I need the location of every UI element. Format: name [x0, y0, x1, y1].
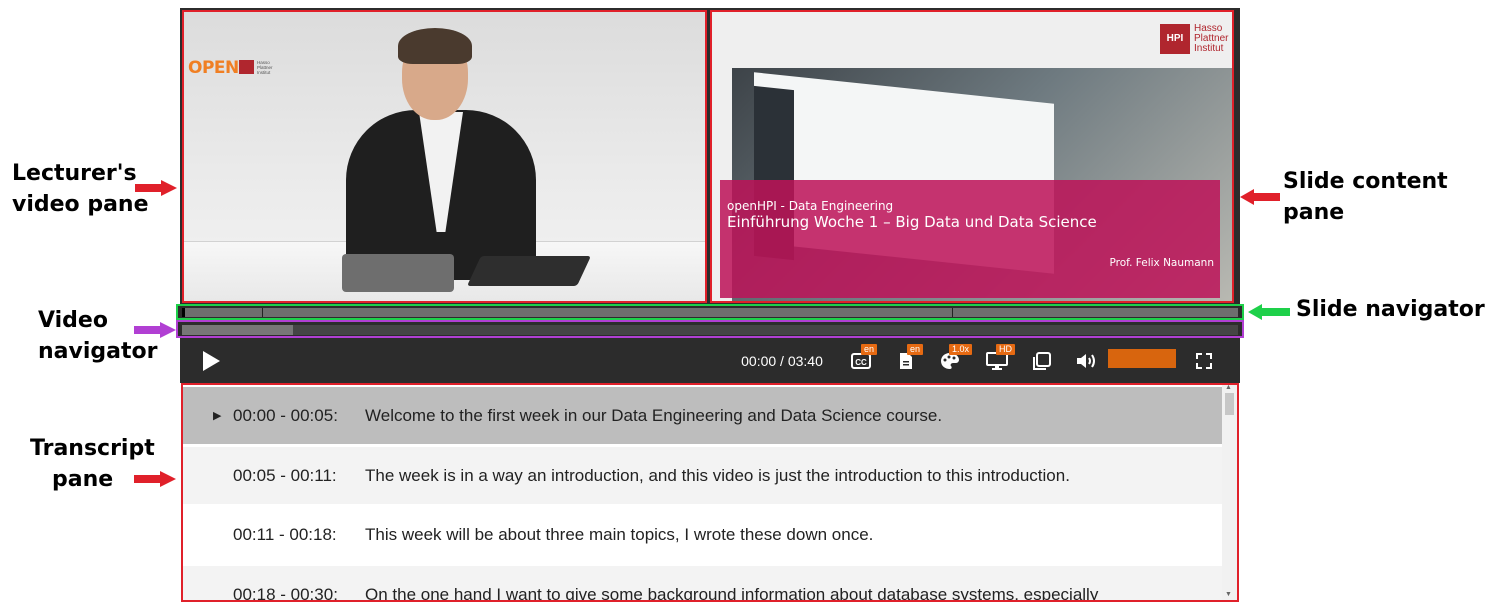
laptop — [342, 254, 454, 292]
tablet — [467, 256, 591, 286]
video-buffered-bar — [182, 325, 293, 335]
lecturer-pane-arrow-icon — [135, 180, 177, 196]
transcript-row[interactable]: ▶ 00:00 - 00:05: Welcome to the first we… — [183, 387, 1223, 444]
lecturer-video-pane[interactable]: OPEN Hasso Plattner Institut — [182, 10, 707, 303]
annotation-line: pane — [1283, 200, 1345, 225]
speed-button[interactable]: 1.0x — [936, 340, 973, 382]
transcript-text: This week will be about three main topic… — [365, 524, 874, 544]
speed-badge: 1.0x — [949, 344, 973, 355]
slide-navigator[interactable] — [176, 304, 1244, 320]
video-navigator-arrow-icon — [134, 322, 176, 338]
captions-button[interactable]: CC en — [848, 340, 878, 382]
transcript-row[interactable]: 00:05 - 00:11: The week is in a way an i… — [183, 447, 1223, 504]
fullscreen-icon — [1196, 353, 1212, 369]
fullscreen-button[interactable] — [1192, 340, 1216, 382]
hpi-logo-icon — [239, 60, 254, 74]
slide-content-pane-annotation: Slide content pane — [1283, 166, 1448, 228]
transcript-scrollbar[interactable]: ▲ ▼ — [1222, 385, 1237, 600]
institute-line: Institut — [1194, 43, 1224, 54]
transcript-timestamp: 00:00 - 00:05: — [233, 405, 338, 425]
video-navigator[interactable] — [176, 320, 1244, 338]
slide-title: Einführung Woche 1 – Big Data und Data S… — [727, 213, 1097, 231]
transcript-pane[interactable]: ▶ 00:00 - 00:05: Welcome to the first we… — [181, 383, 1239, 602]
slide-content-pane[interactable]: HPI Hasso Plattner Institut openHPI - Da… — [710, 10, 1234, 303]
transcript-pane-arrow-icon — [134, 471, 176, 487]
transcript-row[interactable]: 00:11 - 00:18: This week will be about t… — [183, 506, 1223, 563]
transcript-button[interactable]: en — [894, 340, 924, 382]
transcript-timestamp: 00:11 - 00:18: — [233, 524, 337, 544]
scroll-up-icon[interactable]: ▲ — [1225, 385, 1232, 391]
openhpi-logo: OPEN — [188, 58, 239, 78]
transcript-text: The week is in a way an introduction, an… — [365, 465, 1070, 485]
transcript-timestamp: 00:05 - 00:11: — [233, 465, 337, 485]
video-progress-track[interactable] — [182, 325, 1238, 335]
current-row-caret-icon: ▶ — [213, 410, 222, 422]
hpi-logo-small-text: Hasso Plattner Institut — [257, 60, 273, 75]
svg-text:CC: CC — [855, 358, 867, 367]
transcript-row[interactable]: 00:18 - 00:30: On the one hand I want to… — [183, 566, 1223, 602]
slide-navigator-arrow-icon — [1248, 304, 1290, 320]
slide-navigator-cursor[interactable] — [182, 308, 185, 317]
captions-language-badge: en — [861, 344, 878, 355]
hpi-institute-text: Hasso Plattner Institut — [1194, 24, 1228, 54]
slide-content-pane-arrow-icon — [1240, 189, 1280, 205]
pip-icon — [1033, 352, 1051, 370]
annotation-line: Transcript — [30, 436, 155, 461]
quality-button[interactable]: HD — [983, 340, 1015, 382]
slide-navigator-track[interactable] — [182, 308, 1238, 317]
slide-subtitle: openHPI - Data Engineering — [727, 199, 894, 213]
slide-boundary-marker[interactable] — [262, 308, 263, 317]
slide-title-band: openHPI - Data Engineering Einführung Wo… — [720, 180, 1220, 298]
transcript-text: On the one hand I want to give some back… — [365, 584, 1099, 602]
annotation-line: Slide content — [1283, 169, 1448, 194]
play-button[interactable] — [200, 340, 222, 382]
lecturer-hair — [398, 28, 472, 64]
slide-author: Prof. Felix Naumann — [1109, 257, 1215, 269]
slide-boundary-marker[interactable] — [952, 308, 953, 317]
closed-captions-icon: CC — [851, 353, 871, 369]
transcript-language-badge: en — [907, 344, 924, 355]
transcript-timestamp: 00:18 - 00:30: — [233, 584, 338, 602]
volume-slider[interactable] — [1108, 349, 1176, 368]
transcript-text: Welcome to the first week in our Data En… — [365, 405, 943, 425]
slide-navigator-annotation: Slide navigator — [1296, 297, 1485, 322]
lecturer-pane-annotation: Lecturer's video pane — [12, 158, 149, 220]
control-bar: 00:00 / 03:40 CC en en 1.0x HD — [180, 340, 1240, 382]
annotation-line: navigator — [38, 339, 158, 364]
scrollbar-thumb[interactable] — [1225, 393, 1234, 415]
volume-button[interactable] — [1074, 340, 1100, 382]
hpi-logo: HPI — [1160, 24, 1190, 54]
play-icon — [203, 351, 220, 371]
speaker-icon — [1077, 354, 1095, 368]
quality-badge: HD — [996, 344, 1015, 355]
time-display: 00:00 / 03:40 — [741, 353, 823, 369]
scroll-down-icon[interactable]: ▼ — [1225, 591, 1232, 598]
annotation-line: video pane — [12, 192, 149, 217]
annotation-line: Lecturer's — [12, 161, 137, 186]
logo-small-line: Institut — [257, 70, 271, 75]
picture-in-picture-button[interactable] — [1030, 340, 1054, 382]
